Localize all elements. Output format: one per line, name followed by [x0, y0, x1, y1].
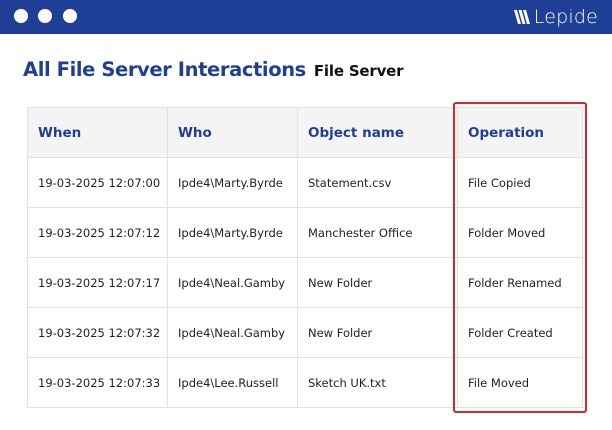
table-row[interactable]: 19-03-2025 12:07:33 Ipde4\Lee.Russell Sk… — [27, 357, 583, 408]
table-row[interactable]: 19-03-2025 12:07:00 Ipde4\Marty.Byrde St… — [27, 157, 583, 208]
cell-who: Ipde4\Lee.Russell — [167, 357, 298, 408]
brand-name: Lepide — [533, 6, 598, 28]
cell-object-name: New Folder — [297, 307, 458, 358]
cell-operation: Folder Renamed — [457, 257, 583, 308]
cell-when: 19-03-2025 12:07:12 — [27, 207, 168, 258]
cell-who: Ipde4\Marty.Byrde — [167, 207, 298, 258]
cell-when: 19-03-2025 12:07:32 — [27, 307, 168, 358]
window-minimize-dot[interactable] — [38, 9, 52, 23]
column-header-object-name[interactable]: Object name — [297, 107, 458, 158]
window-maximize-dot[interactable] — [63, 9, 77, 23]
table-row[interactable]: 19-03-2025 12:07:32 Ipde4\Neal.Gamby New… — [27, 307, 583, 358]
cell-when: 19-03-2025 12:07:00 — [27, 157, 168, 208]
cell-object-name: Statement.csv — [297, 157, 458, 208]
cell-object-name: Sketch UK.txt — [297, 357, 458, 408]
report-heading: All File Server Interactions File Server — [23, 58, 404, 84]
title-bar: Lepide — [0, 0, 612, 34]
cell-who: Ipde4\Neal.Gamby — [167, 257, 298, 308]
cell-who: Ipde4\Marty.Byrde — [167, 157, 298, 208]
cell-operation: File Moved — [457, 357, 583, 408]
table-row[interactable]: 19-03-2025 12:07:12 Ipde4\Marty.Byrde Ma… — [27, 207, 583, 258]
window-close-dot[interactable] — [14, 9, 28, 23]
page-title: All File Server Interactions — [23, 58, 306, 81]
table-row[interactable]: 19-03-2025 12:07:17 Ipde4\Neal.Gamby New… — [27, 257, 583, 308]
column-header-who[interactable]: Who — [167, 107, 298, 158]
cell-when: 19-03-2025 12:07:17 — [27, 257, 168, 308]
column-header-operation[interactable]: Operation — [457, 107, 583, 158]
column-header-when[interactable]: When — [27, 107, 168, 158]
interactions-table: When Who Object name Operation 19-03-202… — [27, 107, 583, 408]
cell-operation: Folder Created — [457, 307, 583, 358]
cell-who: Ipde4\Neal.Gamby — [167, 307, 298, 358]
lepide-logo-icon — [513, 10, 530, 24]
brand-logo: Lepide — [513, 4, 598, 30]
cell-when: 19-03-2025 12:07:33 — [27, 357, 168, 408]
cell-operation: Folder Moved — [457, 207, 583, 258]
cell-object-name: Manchester Office — [297, 207, 458, 258]
table-header-row: When Who Object name Operation — [27, 107, 583, 158]
page-subtitle: File Server — [313, 62, 404, 80]
cell-operation: File Copied — [457, 157, 583, 208]
cell-object-name: New Folder — [297, 257, 458, 308]
